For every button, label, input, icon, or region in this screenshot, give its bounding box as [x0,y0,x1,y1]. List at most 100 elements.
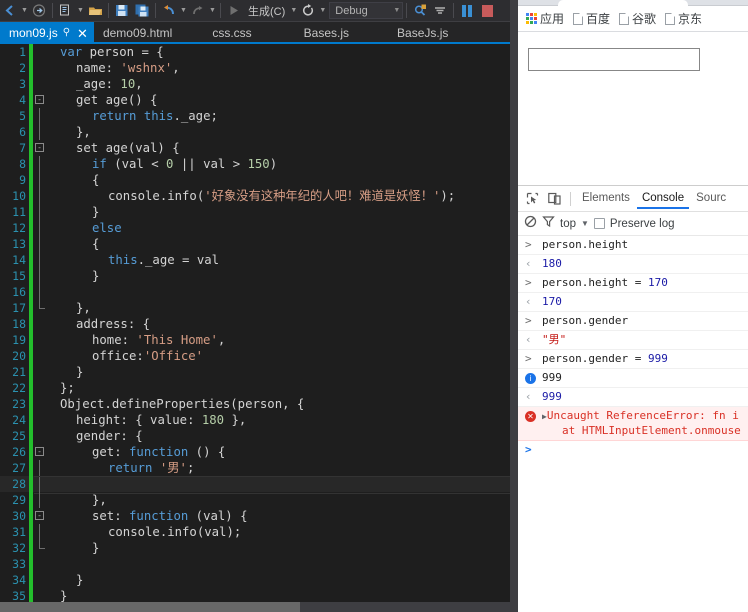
code-line[interactable]: 33 [0,556,518,572]
code-line[interactable]: 32} [0,540,518,556]
save-all-icon[interactable] [132,1,152,20]
navigate-back-icon[interactable] [0,1,20,20]
fold-toggle-icon[interactable]: - [35,447,44,456]
console-message-input[interactable]: > person.gender = 999 [518,350,748,369]
filter-icon[interactable] [542,215,555,233]
code-line[interactable]: 1 var person = { [0,44,518,60]
new-item-icon[interactable] [56,1,76,20]
code-line[interactable]: 8 if (val < 0 || val > 150) [0,156,518,172]
bookmark-apps[interactable]: 应用 [523,10,567,27]
fold-toggle-icon[interactable]: - [35,143,44,152]
code-line[interactable]: 15} [0,268,518,284]
code-line[interactable]: 6}, [0,124,518,140]
code-line[interactable]: 16 [0,284,518,300]
tab-sources[interactable]: Sourc [691,188,731,209]
refresh-caret-icon[interactable]: ▼ [318,1,327,20]
code-line[interactable]: 23 Object.defineProperties(person, { [0,396,518,412]
code-line[interactable]: 17}, [0,300,518,316]
build-menu-label[interactable]: 生成(C) [244,3,289,19]
code-line[interactable]: 12 else [0,220,518,236]
undo-caret-icon[interactable]: ▼ [179,1,188,20]
tab-elements[interactable]: Elements [577,188,635,209]
outline-icon[interactable] [430,1,450,20]
code-line[interactable]: 21} [0,364,518,380]
code-line[interactable]: 10 console.info('好象没有这种年纪的人吧！难道是妖怪！'); [0,188,518,204]
console-message-input[interactable]: > person.gender [518,312,748,331]
redo-caret-icon[interactable]: ▼ [208,1,217,20]
refresh-icon[interactable] [298,1,318,20]
code-line[interactable]: 24 height: { value: 180 }, [0,412,518,428]
bookmark-jd[interactable]: 京东 [662,10,705,27]
editor-tab-demo09html[interactable]: demo09.html [94,22,181,44]
console-message-list[interactable]: > person.height ‹ 180 > person.height = 170 ‹ 1… [518,236,748,612]
console-message-input[interactable]: > person.height [518,236,748,255]
code-line[interactable]: 34} [0,572,518,588]
console-message-error[interactable]: ✕ ▶ Uncaught ReferenceError: fn i at HTMLI… [518,407,748,441]
code-line[interactable]: 9{ [0,172,518,188]
code-line[interactable]: 3 _age: 10, [0,76,518,92]
console-message-info[interactable]: i 999 [518,369,748,388]
preserve-log-label[interactable]: Preserve log [610,218,675,230]
build-configuration-select[interactable]: Debug ▼ [329,2,404,19]
stop-icon[interactable] [477,1,497,20]
code-line[interactable]: 18 address: { [0,316,518,332]
code-line[interactable]: 28 [0,476,518,494]
code-line[interactable]: 19 home: 'This Home', [0,332,518,348]
console-message-prompt[interactable]: > [518,441,748,461]
preserve-log-checkbox[interactable] [593,218,605,229]
undo-icon[interactable] [159,1,179,20]
console-message-result[interactable]: ‹ 180 [518,255,748,274]
fold-toggle-icon[interactable]: - [35,511,44,520]
bookmark-google[interactable]: 谷歌 [616,10,659,27]
code-line[interactable]: 29}, [0,492,518,508]
console-message-input[interactable]: > person.height = 170 [518,274,748,293]
pause-icon[interactable] [457,1,477,20]
code-line[interactable]: 4- get age() { [0,92,518,108]
close-icon[interactable]: ✕ [75,27,90,40]
chevron-down-icon[interactable]: ▼ [581,219,589,228]
save-icon[interactable] [112,1,132,20]
redo-icon[interactable] [188,1,208,20]
navigate-back-caret-icon[interactable]: ▼ [20,1,29,20]
editor-tab-basesjs[interactable]: Bases.js [295,22,358,44]
execution-context-value[interactable]: top [560,218,576,230]
pin-icon[interactable]: ⚲ [63,28,70,38]
code-line[interactable]: 27 return '男'; [0,460,518,476]
code-line[interactable]: 5 return this._age; [0,108,518,124]
code-line[interactable]: 22}; [0,380,518,396]
editor-tab-demo09js[interactable]: mon09.js ⚲ ✕ [0,22,94,44]
code-line[interactable]: 31 console.info(val); [0,524,518,540]
fold-toggle-icon[interactable]: - [35,95,44,104]
editor-tab-basejsjs[interactable]: BaseJs.js [388,22,457,44]
console-message-result[interactable]: ‹ 170 [518,293,748,312]
start-debug-icon[interactable] [224,1,244,20]
bookmark-baidu[interactable]: 百度 [570,10,613,27]
navigate-forward-icon[interactable] [29,1,49,20]
editor-horizontal-scrollbar[interactable] [0,602,510,612]
build-caret-icon[interactable]: ▼ [289,1,298,20]
window-splitter[interactable] [510,0,518,612]
device-toolbar-icon[interactable] [544,189,564,209]
inspect-element-icon[interactable] [522,189,542,209]
code-line[interactable]: 25 gender: { [0,428,518,444]
devtools-tab-bar: Elements Console Sourc [518,186,748,212]
console-message-result[interactable]: ‹ 999 [518,388,748,407]
code-line[interactable]: 2 name: 'wshnx', [0,60,518,76]
new-item-caret-icon[interactable]: ▼ [76,1,85,20]
code-editor[interactable]: 1 var person = {2 name: 'wshnx', 3 _age: 10,… [0,44,518,612]
clear-console-icon[interactable] [524,215,537,233]
editor-tab-csscss[interactable]: css.css [203,22,260,44]
tab-console[interactable]: Console [637,188,689,209]
scrollbar-thumb[interactable] [0,602,300,612]
find-icon[interactable] [410,1,430,20]
page-text-input[interactable] [528,48,700,71]
code-line[interactable]: 14 this._age = val [0,252,518,268]
console-message-result[interactable]: ‹ "男" [518,331,748,350]
code-line[interactable]: 7- set age(val) { [0,140,518,156]
code-line[interactable]: 26- get: function () { [0,444,518,460]
code-line[interactable]: 13 { [0,236,518,252]
code-line[interactable]: 11} [0,204,518,220]
open-file-icon[interactable] [85,1,105,20]
code-line[interactable]: 20 office:'Office' [0,348,518,364]
code-line[interactable]: 30- set: function (val) { [0,508,518,524]
